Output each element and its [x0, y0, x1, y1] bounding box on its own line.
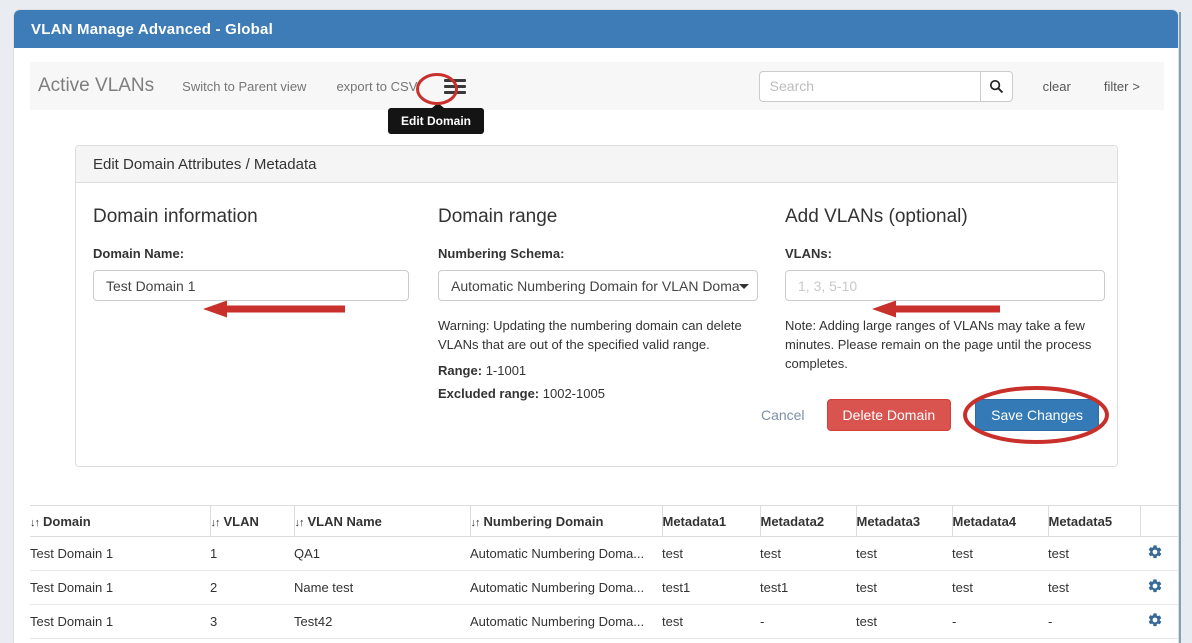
domain-name-input[interactable]	[93, 270, 409, 301]
titlebar: VLAN Manage Advanced - Global	[14, 10, 1178, 48]
search-button[interactable]	[980, 71, 1013, 102]
table-row: Test Domain 1 2 Name test Automatic Numb…	[30, 571, 1178, 605]
gear-icon	[1147, 578, 1163, 594]
clear-link[interactable]: clear	[1043, 79, 1071, 94]
edit-domain-tooltip: Edit Domain	[388, 108, 484, 134]
active-vlans-heading: Active VLANs	[38, 75, 154, 97]
app-window: VLAN Manage Advanced - Global Active VLA…	[14, 10, 1178, 643]
vlan-table: ↓↑Domain ↓↑VLAN ↓↑VLAN Name ↓↑Numbering …	[30, 505, 1178, 639]
sort-icon: ↓↑	[471, 517, 480, 529]
excluded-range-label: Excluded range:	[438, 386, 539, 401]
col-header-metadata2: Metadata2	[760, 506, 856, 537]
col-header-metadata3: Metadata3	[856, 506, 952, 537]
annotation-arrow-vlans	[872, 299, 1000, 319]
vlans-label: VLANs:	[785, 246, 1105, 261]
col-header-vlan[interactable]: ↓↑VLAN	[210, 506, 294, 537]
col-header-actions	[1140, 506, 1178, 537]
switch-parent-view-link[interactable]: Switch to Parent view	[182, 79, 306, 94]
vlans-input[interactable]	[785, 270, 1105, 301]
window-right-edge	[1179, 12, 1192, 643]
sort-icon: ↓↑	[211, 517, 220, 529]
domain-range-heading: Domain range	[438, 206, 758, 228]
caret-down-icon	[739, 284, 749, 289]
domain-information-heading: Domain information	[93, 206, 409, 228]
col-header-domain[interactable]: ↓↑Domain	[30, 506, 210, 537]
excluded-range-line: Excluded range: 1002-1005	[438, 386, 758, 401]
save-changes-button[interactable]: Save Changes	[975, 399, 1099, 431]
range-line: Range: 1-1001	[438, 363, 758, 378]
col-header-metadata5: Metadata5	[1048, 506, 1140, 537]
domain-name-label: Domain Name:	[93, 246, 409, 261]
panel-title: Edit Domain Attributes / Metadata	[76, 146, 1117, 183]
col-header-metadata1: Metadata1	[662, 506, 760, 537]
search-input[interactable]	[759, 71, 980, 102]
filter-link[interactable]: filter>	[1104, 79, 1140, 94]
numbering-schema-value: Automatic Numbering Domain for VLAN Doma	[451, 278, 740, 294]
annotation-arrow-domain-name	[203, 299, 345, 319]
toolbar: Active VLANs Switch to Parent view expor…	[30, 62, 1164, 110]
table-row: Test Domain 1 3 Test42 Automatic Numberi…	[30, 605, 1178, 639]
cancel-button[interactable]: Cancel	[761, 407, 805, 423]
chevron-right-icon: >	[1132, 79, 1140, 94]
table-row: Test Domain 1 1 QA1 Automatic Numbering …	[30, 537, 1178, 571]
domain-range-section: Domain range Numbering Schema: Automatic…	[438, 206, 758, 401]
page-title: VLAN Manage Advanced - Global	[31, 21, 273, 38]
col-header-numbering-domain[interactable]: ↓↑Numbering Domain	[470, 506, 662, 537]
range-label: Range:	[438, 363, 482, 378]
search-icon	[989, 79, 1004, 94]
col-header-metadata4: Metadata4	[952, 506, 1048, 537]
row-settings[interactable]	[1140, 605, 1178, 639]
range-value: 1-1001	[486, 363, 526, 378]
export-csv-link[interactable]: export to CSV	[336, 79, 417, 94]
panel-body: Domain information Domain Name: Domain r…	[76, 183, 1117, 466]
delete-domain-button[interactable]: Delete Domain	[827, 399, 952, 431]
add-vlans-section: Add VLANs (optional) VLANs: Note: Adding…	[785, 206, 1105, 374]
menu-icon[interactable]	[444, 79, 466, 94]
row-settings[interactable]	[1140, 537, 1178, 571]
col-header-vlan-name[interactable]: ↓↑VLAN Name	[294, 506, 470, 537]
edit-domain-panel: Edit Domain Attributes / Metadata Domain…	[75, 145, 1118, 467]
row-settings[interactable]	[1140, 571, 1178, 605]
gear-icon	[1147, 544, 1163, 560]
panel-actions: Cancel Delete Domain Save Changes	[761, 399, 1099, 431]
numbering-schema-label: Numbering Schema:	[438, 246, 758, 261]
domain-information-section: Domain information Domain Name:	[93, 206, 409, 301]
sort-icon: ↓↑	[30, 517, 39, 529]
gear-icon	[1147, 612, 1163, 628]
sort-icon: ↓↑	[295, 517, 304, 529]
search-group: clear filter>	[759, 71, 1140, 102]
range-warning-text: Warning: Updating the numbering domain c…	[438, 317, 758, 355]
vlans-note-text: Note: Adding large ranges of VLANs may t…	[785, 317, 1105, 374]
excluded-range-value: 1002-1005	[543, 386, 605, 401]
table-header-row: ↓↑Domain ↓↑VLAN ↓↑VLAN Name ↓↑Numbering …	[30, 506, 1178, 537]
add-vlans-heading: Add VLANs (optional)	[785, 206, 1105, 228]
numbering-schema-select[interactable]: Automatic Numbering Domain for VLAN Doma	[438, 270, 758, 301]
